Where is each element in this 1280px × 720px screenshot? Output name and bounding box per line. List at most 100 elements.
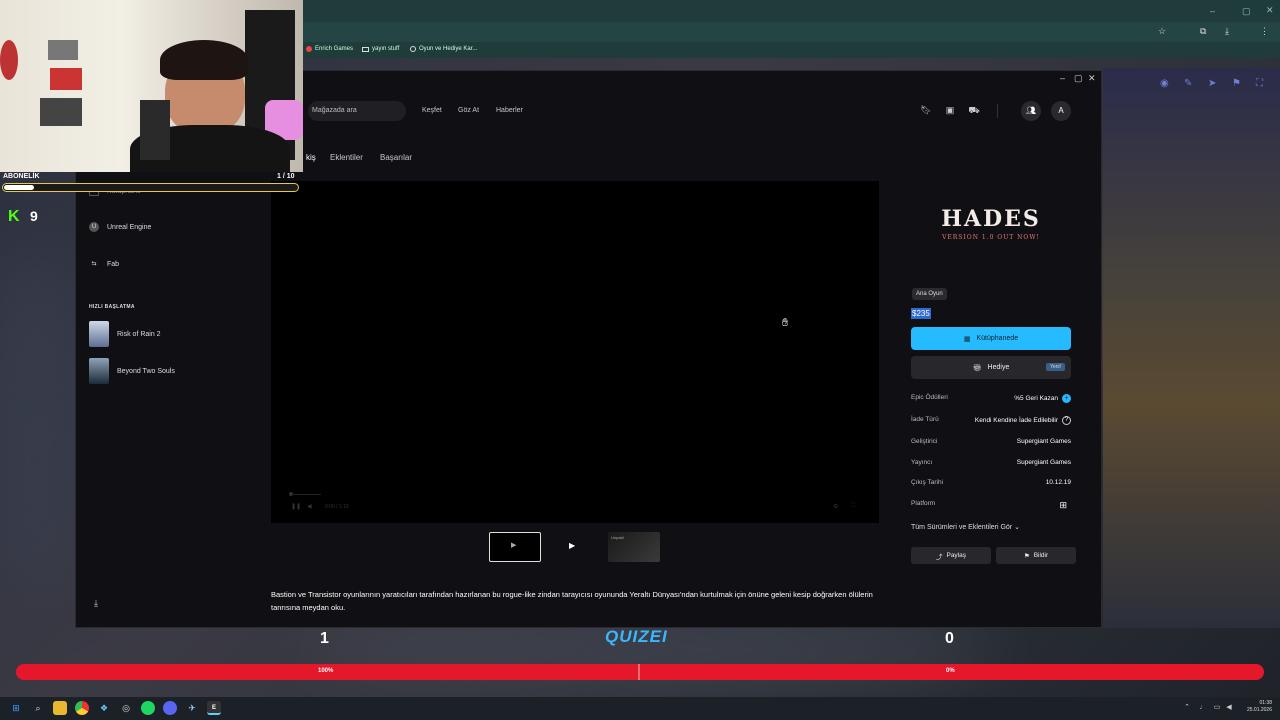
bookmark-favicon (306, 46, 312, 52)
restore-icon[interactable]: ▢ (1242, 6, 1251, 17)
game-thumbnail (89, 321, 109, 347)
video-time: 0:00 / 1:19 (325, 504, 349, 510)
screen: – ▢ ✕ ☆ ⧉ ⤓ ⋮ Enrich Games yayın stuff O… (0, 0, 1280, 720)
close-icon[interactable]: ✕ (1266, 5, 1274, 16)
quick-item-beyond-two-souls[interactable]: Beyond Two Souls (89, 358, 175, 384)
volume-icon[interactable]: ◀ (307, 503, 312, 510)
flag-icon[interactable]: ⚑ (1232, 78, 1241, 89)
store-search-input[interactable]: Mağazada ara (308, 101, 406, 121)
game-thumbnail (89, 358, 109, 384)
link-icon[interactable]: ✎ (1184, 78, 1192, 89)
downloads-icon[interactable]: ⤓ (94, 598, 98, 609)
next-media-icon[interactable]: ▶ (569, 541, 575, 550)
extensions-icon[interactable]: ⧉ (1200, 26, 1206, 37)
share-icon: ⤴ (935, 553, 943, 561)
close-icon[interactable]: ✕ (1088, 73, 1096, 84)
steam-icon[interactable]: ✈ (185, 701, 199, 715)
epic-games-icon[interactable]: E (207, 701, 221, 715)
info-row-platform: Platform ⊞ (911, 500, 1071, 512)
all-versions-link[interactable]: Tüm Sürümleri ve Eklentileri Gör ⌄ (911, 523, 1020, 531)
webcam-feed (0, 0, 303, 172)
friends-icon: 👥︎ (1025, 106, 1037, 115)
price: $235 (911, 308, 931, 319)
report-button[interactable]: ⚑ Bildir (996, 547, 1076, 564)
gift-label: Hediye (987, 364, 1010, 371)
share-label: Paylaş (946, 552, 966, 559)
menu-icon[interactable]: ⋮ (1260, 26, 1269, 37)
info-value: 10.12.19 (1045, 479, 1071, 486)
download-icon[interactable]: ⤓ (1225, 26, 1229, 37)
unreal-engine-icon: U (89, 222, 99, 232)
info-label: İade Türü (911, 416, 939, 423)
media-thumbnail[interactable]: Unpaid (608, 532, 660, 562)
chrome-icon[interactable] (75, 701, 89, 715)
video-progress-bar[interactable] (291, 494, 321, 495)
discord-icon[interactable] (163, 701, 177, 715)
tab-overview[interactable]: kiş (306, 153, 316, 162)
cart-icon[interactable]: ⛟ (968, 104, 980, 116)
volume-icon[interactable]: ◀ (1222, 701, 1236, 715)
gift-button[interactable]: 🎁︎ Hediye Yeni! (911, 356, 1071, 379)
fullscreen-icon[interactable]: ⛶ (1256, 78, 1263, 89)
library-icon: ▦ (963, 335, 971, 343)
video-player[interactable]: ❚❚ ◀ 0:00 / 1:19 ⚙ ⛶ (271, 181, 879, 523)
nav-discover[interactable]: Keşfet (422, 107, 442, 114)
bookmark-2[interactable]: yayın stuff (362, 46, 399, 52)
nav-news[interactable]: Haberler (496, 107, 523, 114)
share-button[interactable]: ⤴ Paylaş (911, 547, 991, 564)
profile-avatar[interactable]: A (1051, 101, 1071, 121)
minimize-icon[interactable]: – (1060, 73, 1065, 83)
minimize-icon[interactable]: – (1210, 6, 1215, 16)
quiz-score-right: 0 (945, 630, 954, 647)
search-placeholder: Mağazada ara (312, 107, 357, 114)
bookmark-3[interactable]: Oyun ve Hediye Kar... (410, 46, 477, 52)
pause-icon[interactable]: ❚❚ (291, 503, 301, 510)
game-description: Bastion ve Transistor oyunlarının yaratı… (271, 590, 873, 612)
quick-item-label: Beyond Two Souls (117, 367, 175, 375)
media-thumbnail-selected[interactable]: ▶ (489, 532, 541, 562)
in-library-button[interactable]: ▦ Kütüphanede (911, 327, 1071, 350)
send-icon[interactable]: ➤ (1208, 78, 1216, 89)
wishlist-icon[interactable]: 🔖︎ (920, 104, 932, 116)
windows-start-icon[interactable]: ⊞ (9, 701, 23, 715)
in-library-label: Kütüphanede (976, 335, 1019, 342)
spotify-icon[interactable] (141, 701, 155, 715)
subscription-goal-count: 1 / 10 (277, 173, 295, 180)
tray-chevron-icon[interactable]: ⌃ (1180, 701, 1194, 715)
add-icon[interactable]: + (1062, 394, 1071, 403)
fullscreen-icon[interactable]: ⛶ (851, 503, 855, 510)
info-label: Epic Ödülleri (911, 394, 948, 401)
info-row-refund: İade Türü Kendi Kendine İade Edilebilir? (911, 416, 1071, 428)
thumbnail-caption: Unpaid (611, 535, 624, 540)
bookmark-favicon (410, 46, 416, 52)
mic-icon[interactable]: ♩ (1196, 701, 1210, 715)
maximize-icon[interactable]: ▢ (1074, 73, 1083, 84)
app-icon[interactable]: ❖ (97, 701, 111, 715)
report-label: Bildir (1033, 552, 1049, 559)
taskbar-clock[interactable]: 01:38 25.01.2026 (1247, 700, 1272, 714)
tab-achievements[interactable]: Başarılar (380, 153, 412, 162)
obs-icon[interactable]: ◎ (119, 701, 133, 715)
info-row-release-date: Çıkış Tarihi 10.12.19 (911, 479, 1071, 491)
tab-addons[interactable]: Eklentiler (330, 153, 363, 162)
file-explorer-icon[interactable] (53, 701, 67, 715)
bookmark-1[interactable]: Enrich Games (306, 46, 353, 52)
star-icon[interactable]: ☆ (1158, 26, 1166, 37)
search-icon[interactable]: ⌕ (31, 701, 45, 715)
info-row-rewards: Epic Ödülleri %5 Geri Kazan + (911, 394, 1071, 406)
help-icon[interactable]: ? (1062, 416, 1071, 425)
sidebar-item-fab[interactable]: ⇆ Fab (89, 259, 119, 269)
flag-icon: ⚑ (1023, 552, 1030, 560)
quick-item-label: Risk of Rain 2 (117, 330, 161, 338)
eye-icon[interactable]: ◉ (1160, 78, 1169, 89)
base-game-badge: Ana Oyun (912, 288, 947, 300)
nav-browse[interactable]: Göz At (458, 107, 479, 114)
friends-button[interactable]: 👥︎ (1021, 101, 1041, 121)
settings-icon[interactable]: ⚙ (833, 503, 838, 510)
quick-item-risk-of-rain[interactable]: Risk of Rain 2 (89, 321, 161, 347)
bookmarks-bar: Enrich Games yayın stuff Oyun ve Hediye … (300, 42, 1280, 58)
sidebar-item-unreal[interactable]: U Unreal Engine (89, 222, 151, 232)
gift-icon[interactable]: ▣ (944, 104, 956, 116)
info-value: %5 Geri Kazan (1014, 395, 1058, 402)
vote-left-percent: 100% (318, 668, 334, 674)
